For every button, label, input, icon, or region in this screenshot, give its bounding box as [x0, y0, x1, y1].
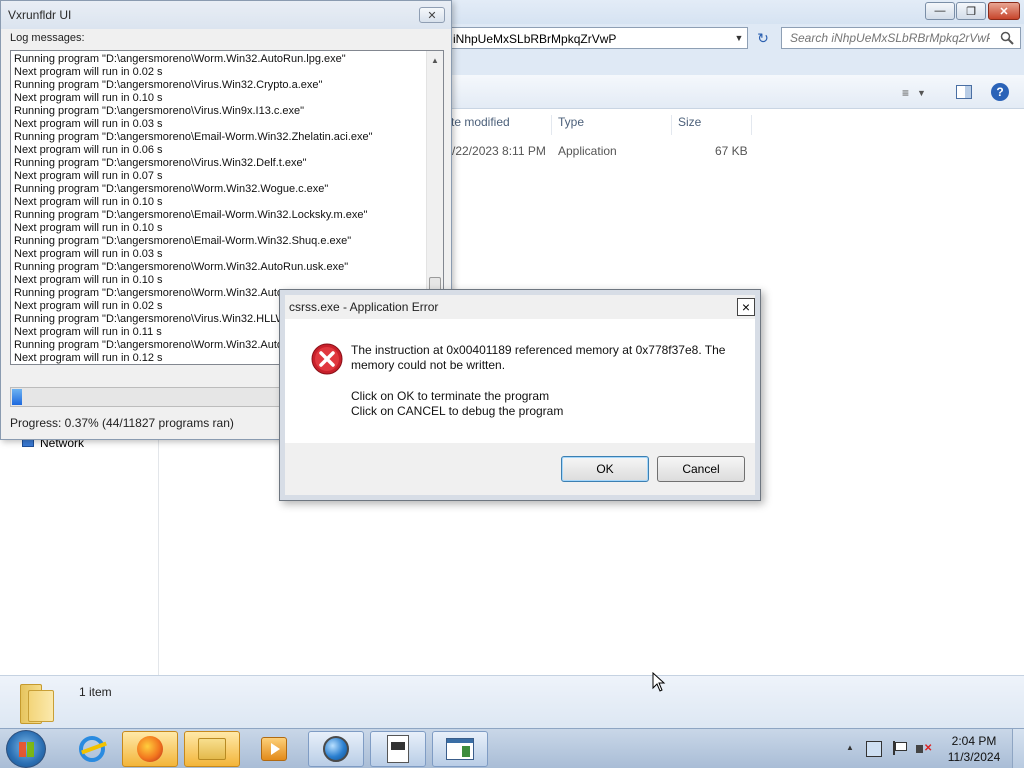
minimize-button[interactable]: — — [925, 2, 955, 20]
progress-fill — [12, 389, 22, 405]
log-line: Next program will run in 0.10 s — [14, 222, 163, 234]
column-header-date[interactable]: te modified — [445, 115, 552, 135]
show-hidden-icons-icon[interactable]: ▲ — [846, 743, 854, 752]
scroll-up-icon[interactable]: ▲ — [427, 53, 443, 67]
log-label: Log messages: — [10, 32, 85, 44]
log-line: Running program "D:\angersmoreno\Virus.W… — [14, 79, 323, 91]
item-count: 1 item — [79, 685, 112, 699]
close-button[interactable]: × — [737, 298, 755, 316]
chevron-down-icon[interactable]: ▼ — [733, 31, 745, 45]
mouse-cursor-icon — [652, 672, 666, 692]
address-text: iNhpUeMxSLbRBrMpkqZrVwP — [453, 32, 617, 46]
log-line: Next program will run in 0.07 s — [14, 170, 163, 182]
dialog-titlebar: csrss.exe - Application Error × — [285, 295, 755, 319]
close-icon: × — [741, 299, 751, 315]
maximize-button[interactable]: ❐ — [956, 2, 986, 20]
search-box[interactable] — [781, 27, 1021, 49]
help-icon[interactable]: ? — [991, 83, 1009, 101]
start-button[interactable] — [6, 730, 46, 768]
clock[interactable]: 2:04 PM 11/3/2024 — [944, 733, 1004, 765]
close-button[interactable]: ✕ — [988, 2, 1020, 20]
status-bar: 1 item — [0, 675, 1024, 728]
dialog-body: The instruction at 0x00401189 referenced… — [285, 319, 755, 443]
views-button[interactable]: ≡ ▼ — [902, 84, 942, 102]
window-title: Vxrunfldr UI — [8, 8, 72, 22]
firefox-icon — [137, 736, 163, 762]
log-line: Running program "D:\angersmoreno\Virus.W… — [14, 157, 307, 169]
log-line: Running program "D:\angersmoreno\Virus.W… — [14, 105, 305, 117]
network-tray-icon[interactable] — [866, 741, 882, 757]
search-icon[interactable] — [1000, 31, 1014, 45]
log-line: Running program "D:\angersmoreno\Email-W… — [14, 235, 352, 247]
clock-time: 2:04 PM — [951, 734, 997, 748]
preview-pane-icon[interactable] — [956, 85, 972, 99]
error-icon — [311, 343, 343, 375]
application-error-dialog: csrss.exe - Application Error × The inst… — [279, 289, 761, 501]
progress-text: Progress: 0.37% (44/11827 programs ran) — [10, 416, 234, 430]
show-desktop-button[interactable] — [1012, 729, 1024, 768]
chevron-down-icon: ▼ — [917, 88, 926, 98]
taskbar-document-app[interactable] — [370, 731, 426, 767]
file-type: Application — [558, 144, 617, 158]
document-icon — [387, 735, 409, 763]
file-size: 67 KB — [715, 144, 748, 158]
ok-instruction: Click on OK to terminate the program — [351, 389, 550, 403]
address-bar[interactable]: iNhpUeMxSLbRBrMpkqZrVwP ▼ — [440, 27, 748, 49]
folder-icon — [20, 682, 54, 724]
dialog-title: csrss.exe - Application Error — [289, 300, 439, 314]
column-header-type[interactable]: Type — [552, 115, 672, 135]
log-line: Running program "D:\angersmoreno\Email-W… — [14, 131, 373, 143]
refresh-button[interactable]: ↻ — [752, 28, 774, 48]
log-line: Next program will run in 0.02 s — [14, 66, 163, 78]
log-line: Running program "D:\angersmoreno\Email-W… — [14, 209, 368, 221]
action-center-flag-icon[interactable] — [892, 741, 907, 755]
log-line: Next program will run in 0.10 s — [14, 196, 163, 208]
taskbar-internet-explorer[interactable] — [64, 731, 120, 767]
explorer-toolbar: ≡ ▼ ? — [440, 75, 1024, 109]
log-line: Next program will run in 0.03 s — [14, 248, 163, 260]
clock-date: 11/3/2024 — [947, 750, 1001, 764]
search-input[interactable] — [790, 31, 990, 45]
ok-button[interactable]: OK — [561, 456, 649, 482]
close-icon: ✕ — [427, 9, 437, 22]
file-date: /22/2023 8:11 PM — [452, 144, 546, 158]
folder-icon — [198, 738, 226, 760]
log-line: Next program will run in 0.06 s — [14, 144, 163, 156]
error-message: The instruction at 0x00401189 referenced… — [351, 343, 726, 372]
column-header-size[interactable]: Size — [672, 115, 752, 135]
log-line: Running program "D:\angersmoreno\Worm.Wi… — [14, 53, 346, 65]
log-line: Running program "D:\angersmoreno\Worm.Wi… — [14, 261, 349, 273]
vx-titlebar: Vxrunfldr UI ✕ — [1, 1, 451, 29]
taskbar-firefox[interactable] — [122, 731, 178, 767]
log-line: Next program will run in 0.10 s — [14, 92, 163, 104]
progress-bar — [10, 387, 282, 407]
media-player-icon — [261, 737, 287, 761]
details-view-icon: ≡ — [902, 86, 910, 100]
log-line: Next program will run in 0.10 s — [14, 274, 163, 286]
application-window-icon — [446, 738, 474, 760]
taskbar-window-app[interactable] — [432, 731, 488, 767]
volume-muted-icon[interactable] — [915, 741, 933, 757]
cancel-instruction: Click on CANCEL to debug the program — [351, 404, 564, 418]
internet-explorer-icon — [79, 736, 105, 762]
taskbar-windows-explorer[interactable] — [184, 731, 240, 767]
taskbar: ▲ 2:04 PM 11/3/2024 — [0, 728, 1024, 768]
log-line: Next program will run in 0.03 s — [14, 118, 163, 130]
cancel-button[interactable]: Cancel — [657, 456, 745, 482]
taskbar-media-player[interactable] — [246, 731, 302, 767]
taskbar-browser-globe[interactable] — [308, 731, 364, 767]
globe-icon — [323, 736, 349, 762]
refresh-icon: ↻ — [757, 29, 769, 46]
log-line: Running program "D:\angersmoreno\Worm.Wi… — [14, 183, 329, 195]
close-button[interactable]: ✕ — [419, 7, 445, 23]
